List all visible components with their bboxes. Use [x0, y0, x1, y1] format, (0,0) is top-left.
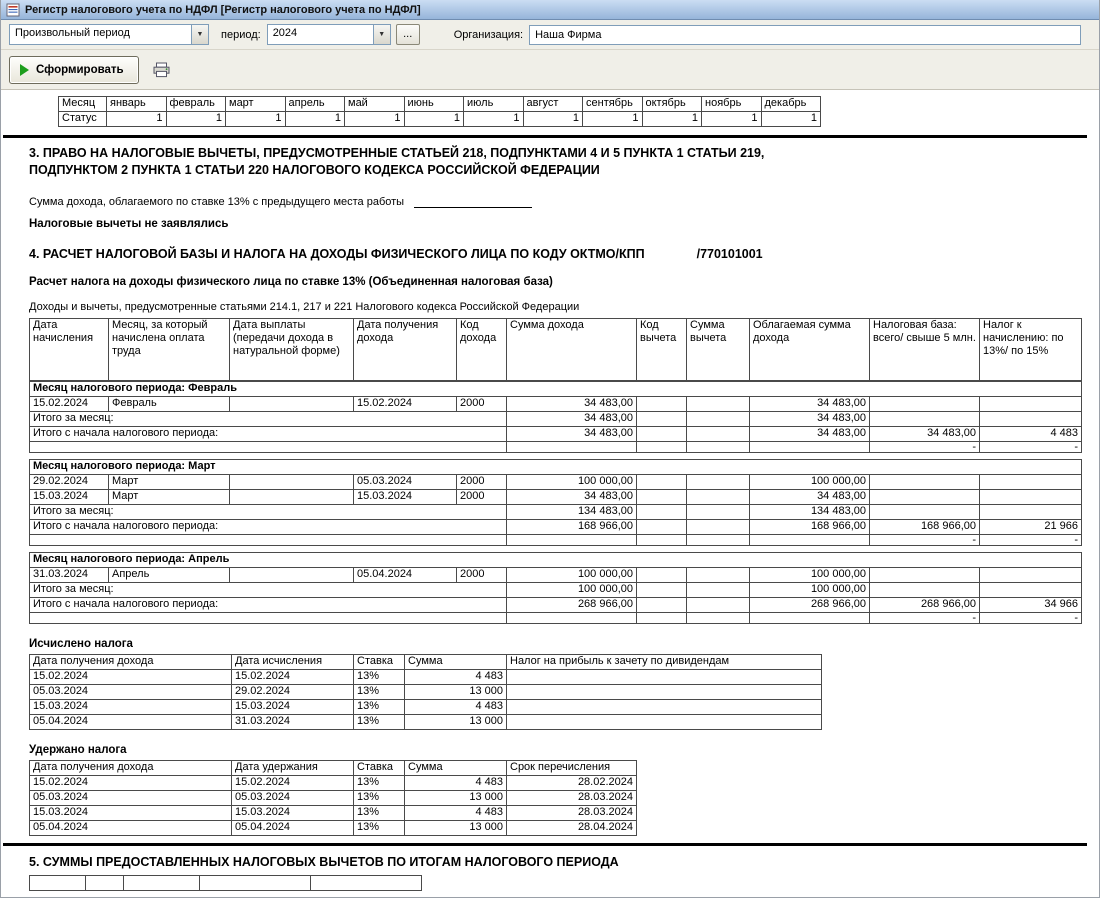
accrued-tax-table: Дата получения дохода Дата исчисления Ст… — [29, 654, 822, 730]
calc-group-february: Месяц налогового периода: Февраль 15.02.… — [29, 381, 1082, 453]
app-window: Регистр налогового учета по НДФЛ [Регист… — [0, 0, 1100, 898]
withheld-header-row: Дата получения дохода Дата удержания Ста… — [30, 761, 637, 776]
status-row: Статус 1 1 1 1 1 1 1 1 1 1 1 1 — [59, 112, 821, 127]
accrued-header-row: Дата получения дохода Дата исчисления Ст… — [30, 655, 822, 670]
window-title: Регистр налогового учета по НДФЛ [Регист… — [25, 4, 421, 16]
table-row: 15.02.202415.02.202413%4 483 — [30, 670, 822, 685]
action-toolbar: Сформировать — [1, 50, 1099, 90]
month-total-row: Итого за месяц: 34 483,00 34 483,00 — [30, 412, 1082, 427]
section3-heading-line2: ПОДПУНКТОМ 2 ПУНКТА 1 СТАТЬИ 220 НАЛОГОВ… — [29, 162, 1100, 179]
section5-partial-table — [29, 875, 422, 891]
period-picker-button[interactable]: ... — [396, 24, 420, 45]
period-value: 2024 — [268, 25, 373, 44]
table-row: 29.02.2024 Март 05.03.2024 2000 100 000,… — [30, 475, 1082, 490]
calc-header-row: Дата начисления Месяц, за который начисл… — [30, 319, 1082, 381]
over-5m-row: - - — [30, 442, 1082, 453]
section-divider — [3, 135, 1087, 138]
period-label: период: — [221, 29, 261, 41]
table-row: 15.02.2024 Февраль 15.02.2024 2000 34 48… — [30, 397, 1082, 412]
calc-table-header: Дата начисления Месяц, за который начисл… — [29, 318, 1082, 381]
filter-toolbar: Произвольный период ▼ период: 2024 ▼ ...… — [1, 20, 1099, 50]
prev-income-line: Сумма дохода, облагаемого по ставке 13% … — [29, 195, 1100, 208]
section4-heading: 4. РАСЧЕТ НАЛОГОВОЙ БАЗЫ И НАЛОГА НА ДОХ… — [29, 246, 1100, 263]
generate-button[interactable]: Сформировать — [9, 56, 139, 84]
table-row: 05.03.202405.03.202413%13 00028.03.2024 — [30, 791, 637, 806]
section3-heading: 3. ПРАВО НА НАЛОГОВЫЕ ВЫЧЕТЫ, ПРЕДУСМОТР… — [29, 145, 1100, 179]
table-row: 31.03.2024 Апрель 05.04.2024 2000 100 00… — [30, 568, 1082, 583]
prev-income-label: Сумма дохода, облагаемого по ставке 13% … — [29, 196, 404, 208]
accrued-tax-title: Исчислено налога — [29, 638, 1100, 650]
organization-input[interactable] — [529, 25, 1081, 45]
group-title-row: Месяц налогового периода: Март — [30, 460, 1082, 475]
table-row: 05.03.202429.02.202413%13 000 — [30, 685, 822, 700]
months-status-table: Месяц январь февраль март апрель май июн… — [58, 96, 821, 127]
table-row: 15.02.202415.02.202413%4 48328.02.2024 — [30, 776, 637, 791]
chevron-down-icon[interactable]: ▼ — [191, 25, 208, 44]
section5-heading: 5. СУММЫ ПРЕДОСТАВЛЕННЫХ НАЛОГОВЫХ ВЫЧЕТ… — [29, 854, 1100, 871]
table-row: 05.04.202431.03.202413%13 000 — [30, 715, 822, 730]
withheld-tax-title: Удержано налога — [29, 744, 1100, 756]
group-title-row: Месяц налогового периода: Апрель — [30, 553, 1082, 568]
months-row: Месяц январь февраль март апрель май июн… — [59, 97, 821, 112]
period-total-row: Итого с начала налогового периода: 34 48… — [30, 427, 1082, 442]
period-type-select[interactable]: Произвольный период ▼ — [9, 24, 209, 45]
report-icon — [6, 3, 20, 17]
group-title-row: Месяц налогового периода: Февраль — [30, 382, 1082, 397]
period-select[interactable]: 2024 ▼ — [267, 24, 391, 45]
section4-subheading: Расчет налога на доходы физического лица… — [29, 276, 1100, 288]
withheld-tax-table: Дата получения дохода Дата удержания Ста… — [29, 760, 637, 836]
section4-note: Доходы и вычеты, предусмотренные статьям… — [29, 301, 1100, 313]
month-total-row: Итого за месяц: 134 483,00 134 483,00 — [30, 505, 1082, 520]
table-row: 15.03.202415.03.202413%4 48328.03.2024 — [30, 806, 637, 821]
section4-heading-text: 4. РАСЧЕТ НАЛОГОВОЙ БАЗЫ И НАЛОГА НА ДОХ… — [29, 247, 645, 261]
month-total-row: Итого за месяц: 100 000,00 100 000,00 — [30, 583, 1082, 598]
section-divider — [3, 843, 1087, 846]
print-button[interactable] — [149, 58, 175, 82]
over-5m-row: - - — [30, 535, 1082, 546]
table-row — [30, 876, 422, 891]
table-row: 15.03.202415.03.202413%4 483 — [30, 700, 822, 715]
chevron-down-icon[interactable]: ▼ — [373, 25, 390, 44]
calc-group-march: Месяц налогового периода: Март 29.02.202… — [29, 459, 1082, 546]
period-total-row: Итого с начала налогового периода: 168 9… — [30, 520, 1082, 535]
generate-button-label: Сформировать — [36, 64, 124, 76]
over-5m-row: - - — [30, 613, 1082, 624]
window-titlebar[interactable]: Регистр налогового учета по НДФЛ [Регист… — [1, 0, 1099, 20]
report-area: Месяц январь февраль март апрель май июн… — [1, 90, 1100, 897]
no-deductions-text: Налоговые вычеты не заявлялись — [29, 218, 1100, 230]
organization-label: Организация: — [454, 29, 523, 41]
printer-icon — [153, 62, 170, 78]
prev-income-blank — [414, 195, 532, 208]
calc-group-april: Месяц налогового периода: Апрель 31.03.2… — [29, 552, 1082, 624]
oktmo-kpp-value: /770101001 — [697, 247, 763, 261]
period-type-value: Произвольный период — [10, 25, 191, 44]
play-icon — [20, 64, 29, 76]
table-row: 05.04.202405.04.202413%13 00028.04.2024 — [30, 821, 637, 836]
table-row: 15.03.2024 Март 15.03.2024 2000 34 483,0… — [30, 490, 1082, 505]
section3-heading-line1: 3. ПРАВО НА НАЛОГОВЫЕ ВЫЧЕТЫ, ПРЕДУСМОТР… — [29, 145, 1100, 162]
period-total-row: Итого с начала налогового периода: 268 9… — [30, 598, 1082, 613]
